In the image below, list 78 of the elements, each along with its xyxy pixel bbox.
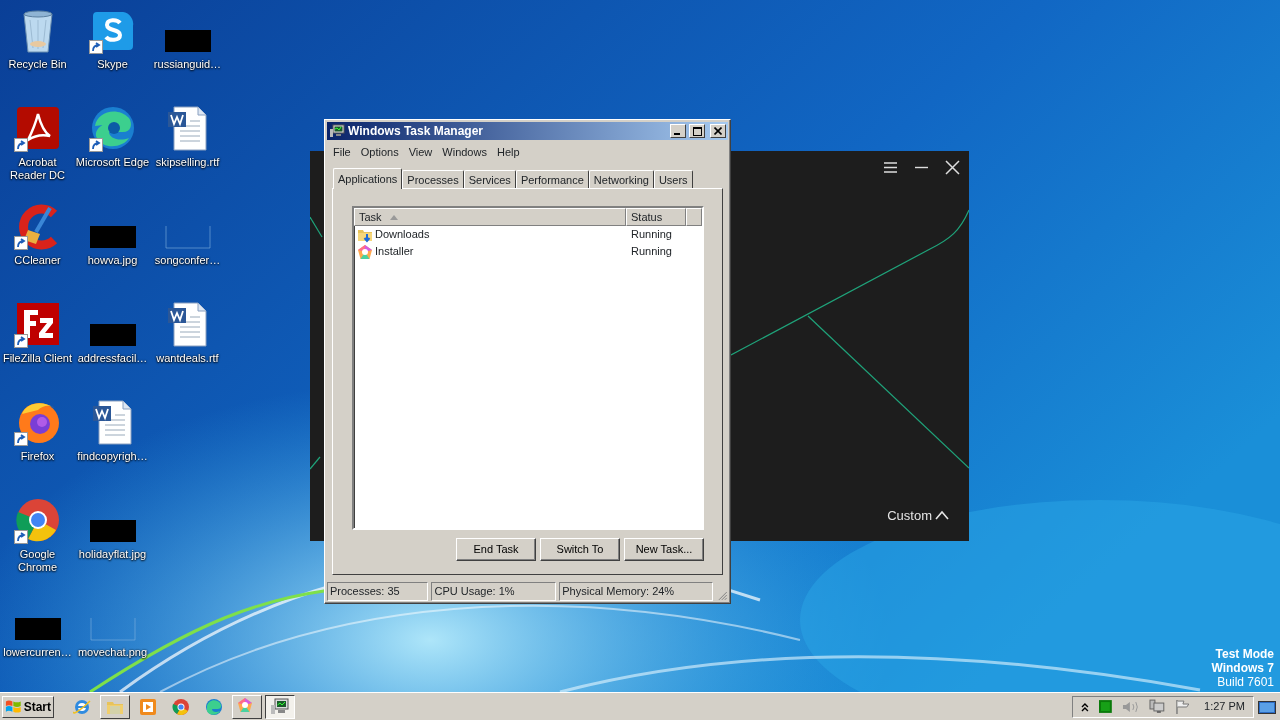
switch-to-button[interactable]: Switch To [540, 538, 620, 561]
tab[interactable]: Processes [402, 170, 464, 188]
start-button[interactable]: Start [2, 695, 54, 718]
new-task-button[interactable]: New Task... [624, 538, 704, 561]
status-text: CPU Usage: 1% [431, 582, 557, 601]
status-square-icon[interactable] [1098, 700, 1112, 713]
minimize-button[interactable] [670, 124, 686, 138]
close-button[interactable] [710, 124, 726, 138]
menu-icon[interactable] [882, 159, 899, 176]
menu-item[interactable]: Help [491, 143, 525, 161]
status-text: Processes: 35 [327, 582, 429, 601]
menu-item[interactable]: Windows [437, 143, 492, 161]
shortcut-arrow-icon [13, 432, 28, 446]
status-text: Running [630, 227, 672, 243]
network-icon[interactable] [1149, 699, 1166, 714]
notice-text: Windows 7 [1211, 661, 1274, 675]
window-title: Windows Task Manager [348, 123, 484, 140]
shortcut-arrow-icon [13, 334, 28, 348]
icon-label[interactable]: addressfacil… [77, 352, 148, 365]
notice-text: Build 7601 [1216, 675, 1274, 689]
menu-item[interactable]: Options [355, 143, 404, 161]
icon-label[interactable]: lowercurren… [3, 646, 72, 659]
close-icon [714, 127, 722, 135]
column-header[interactable]: Status [626, 208, 686, 226]
icon-label[interactable]: movechat.png [77, 646, 148, 659]
menu-item[interactable]: File [328, 143, 356, 161]
chevron-up-icon[interactable] [1081, 701, 1089, 712]
icon-label[interactable]: songconfer… [154, 254, 221, 267]
resize-grip-icon [716, 589, 728, 601]
icon-label[interactable]: Firefox [20, 450, 55, 463]
monitor-icon [330, 124, 345, 138]
monitor-icon [270, 696, 290, 717]
icon-label[interactable]: skipselling.rtf [155, 156, 220, 169]
task-name[interactable]: Installer [375, 243, 414, 260]
browser-icon[interactable] [13, 496, 62, 544]
tab[interactable]: Performance [515, 170, 589, 188]
browser-icon [171, 696, 191, 717]
icon-label[interactable]: Recycle Bin [8, 58, 67, 71]
caret-icon [935, 510, 949, 521]
show-desktop-icon[interactable] [1258, 698, 1276, 715]
icon-label[interactable]: CCleaner [14, 254, 61, 267]
icon-label[interactable]: FileZilla Client [2, 352, 73, 365]
icon-label[interactable]: holidayflat.jpg [78, 548, 147, 561]
custom-button[interactable]: Custom [887, 505, 949, 525]
icon-label[interactable]: Microsoft Edge [75, 156, 150, 169]
windows-flag-icon [5, 698, 22, 715]
column-header[interactable]: Task [354, 208, 626, 226]
task-name[interactable]: Downloads [375, 226, 430, 243]
clock[interactable]: 1:27 PM [1204, 698, 1245, 715]
icon-label[interactable]: findcopyrigh… [77, 450, 148, 463]
status-text: Running [630, 244, 672, 260]
tab[interactable]: Users [653, 170, 693, 188]
tab[interactable]: Applications [333, 168, 403, 189]
shortcut-arrow-icon [13, 236, 28, 250]
play-icon [138, 696, 158, 717]
icon-label[interactable]: Acrobat Reader DC [0, 156, 75, 182]
shortcut-arrow-icon [13, 138, 28, 152]
notice-text: Test Mode [1214, 647, 1274, 661]
tab[interactable]: Networking [588, 170, 654, 188]
flag-icon[interactable] [1175, 699, 1191, 714]
icon-label[interactable]: howva.jpg [87, 254, 138, 267]
end-task-button[interactable]: End Task [456, 538, 536, 561]
pentagon-icon [357, 243, 373, 260]
icon-label[interactable]: Skype [97, 58, 128, 71]
icon-label[interactable]: Google Chrome [0, 548, 75, 574]
menu-item[interactable]: View [403, 143, 438, 161]
icon-label[interactable]: wantdeals.rtf [156, 352, 219, 365]
maximize-icon [692, 126, 702, 136]
maximize-button[interactable] [689, 124, 705, 138]
shortcut-arrow-icon [88, 138, 103, 152]
taskbar-button[interactable] [265, 694, 295, 719]
close-icon[interactable] [944, 159, 961, 176]
icon-label[interactable]: russianguid… [153, 58, 222, 71]
browser-icon [204, 696, 224, 717]
shortcut-arrow-icon [88, 40, 103, 54]
status-text: Physical Memory: 24% [559, 582, 714, 601]
tab[interactable]: Services [463, 170, 516, 188]
shortcut-arrow-icon [13, 530, 28, 544]
